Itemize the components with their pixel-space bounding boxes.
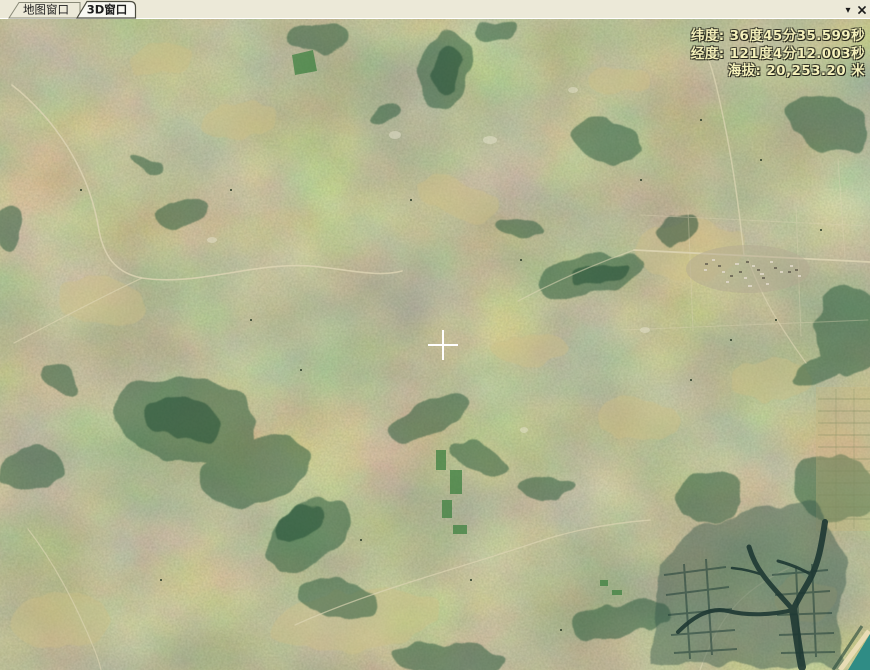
tab-map-window-label[interactable]: 地图窗口 [23,3,69,17]
tab-scroll-menu-icon[interactable]: ▾ [845,5,850,16]
map-3d-view[interactable]: 纬度: 36度45分35.599秒 经度: 121度4分12.003秒 海拔: … [0,19,870,670]
satellite-terrain-image [0,19,870,670]
tab-3d-window[interactable]: 3D窗口 [77,2,136,19]
field-grid [816,387,870,531]
tab-3d-window-label[interactable]: 3D窗口 [87,3,128,17]
tab-bar: 地图窗口 3D窗口 ▾ × [0,0,870,19]
close-icon[interactable]: × [856,3,868,19]
gis-application-window: 地图窗口 3D窗口 ▾ × [0,0,870,670]
tab-map-window[interactable]: 地图窗口 [9,3,80,19]
town-area [686,245,810,293]
